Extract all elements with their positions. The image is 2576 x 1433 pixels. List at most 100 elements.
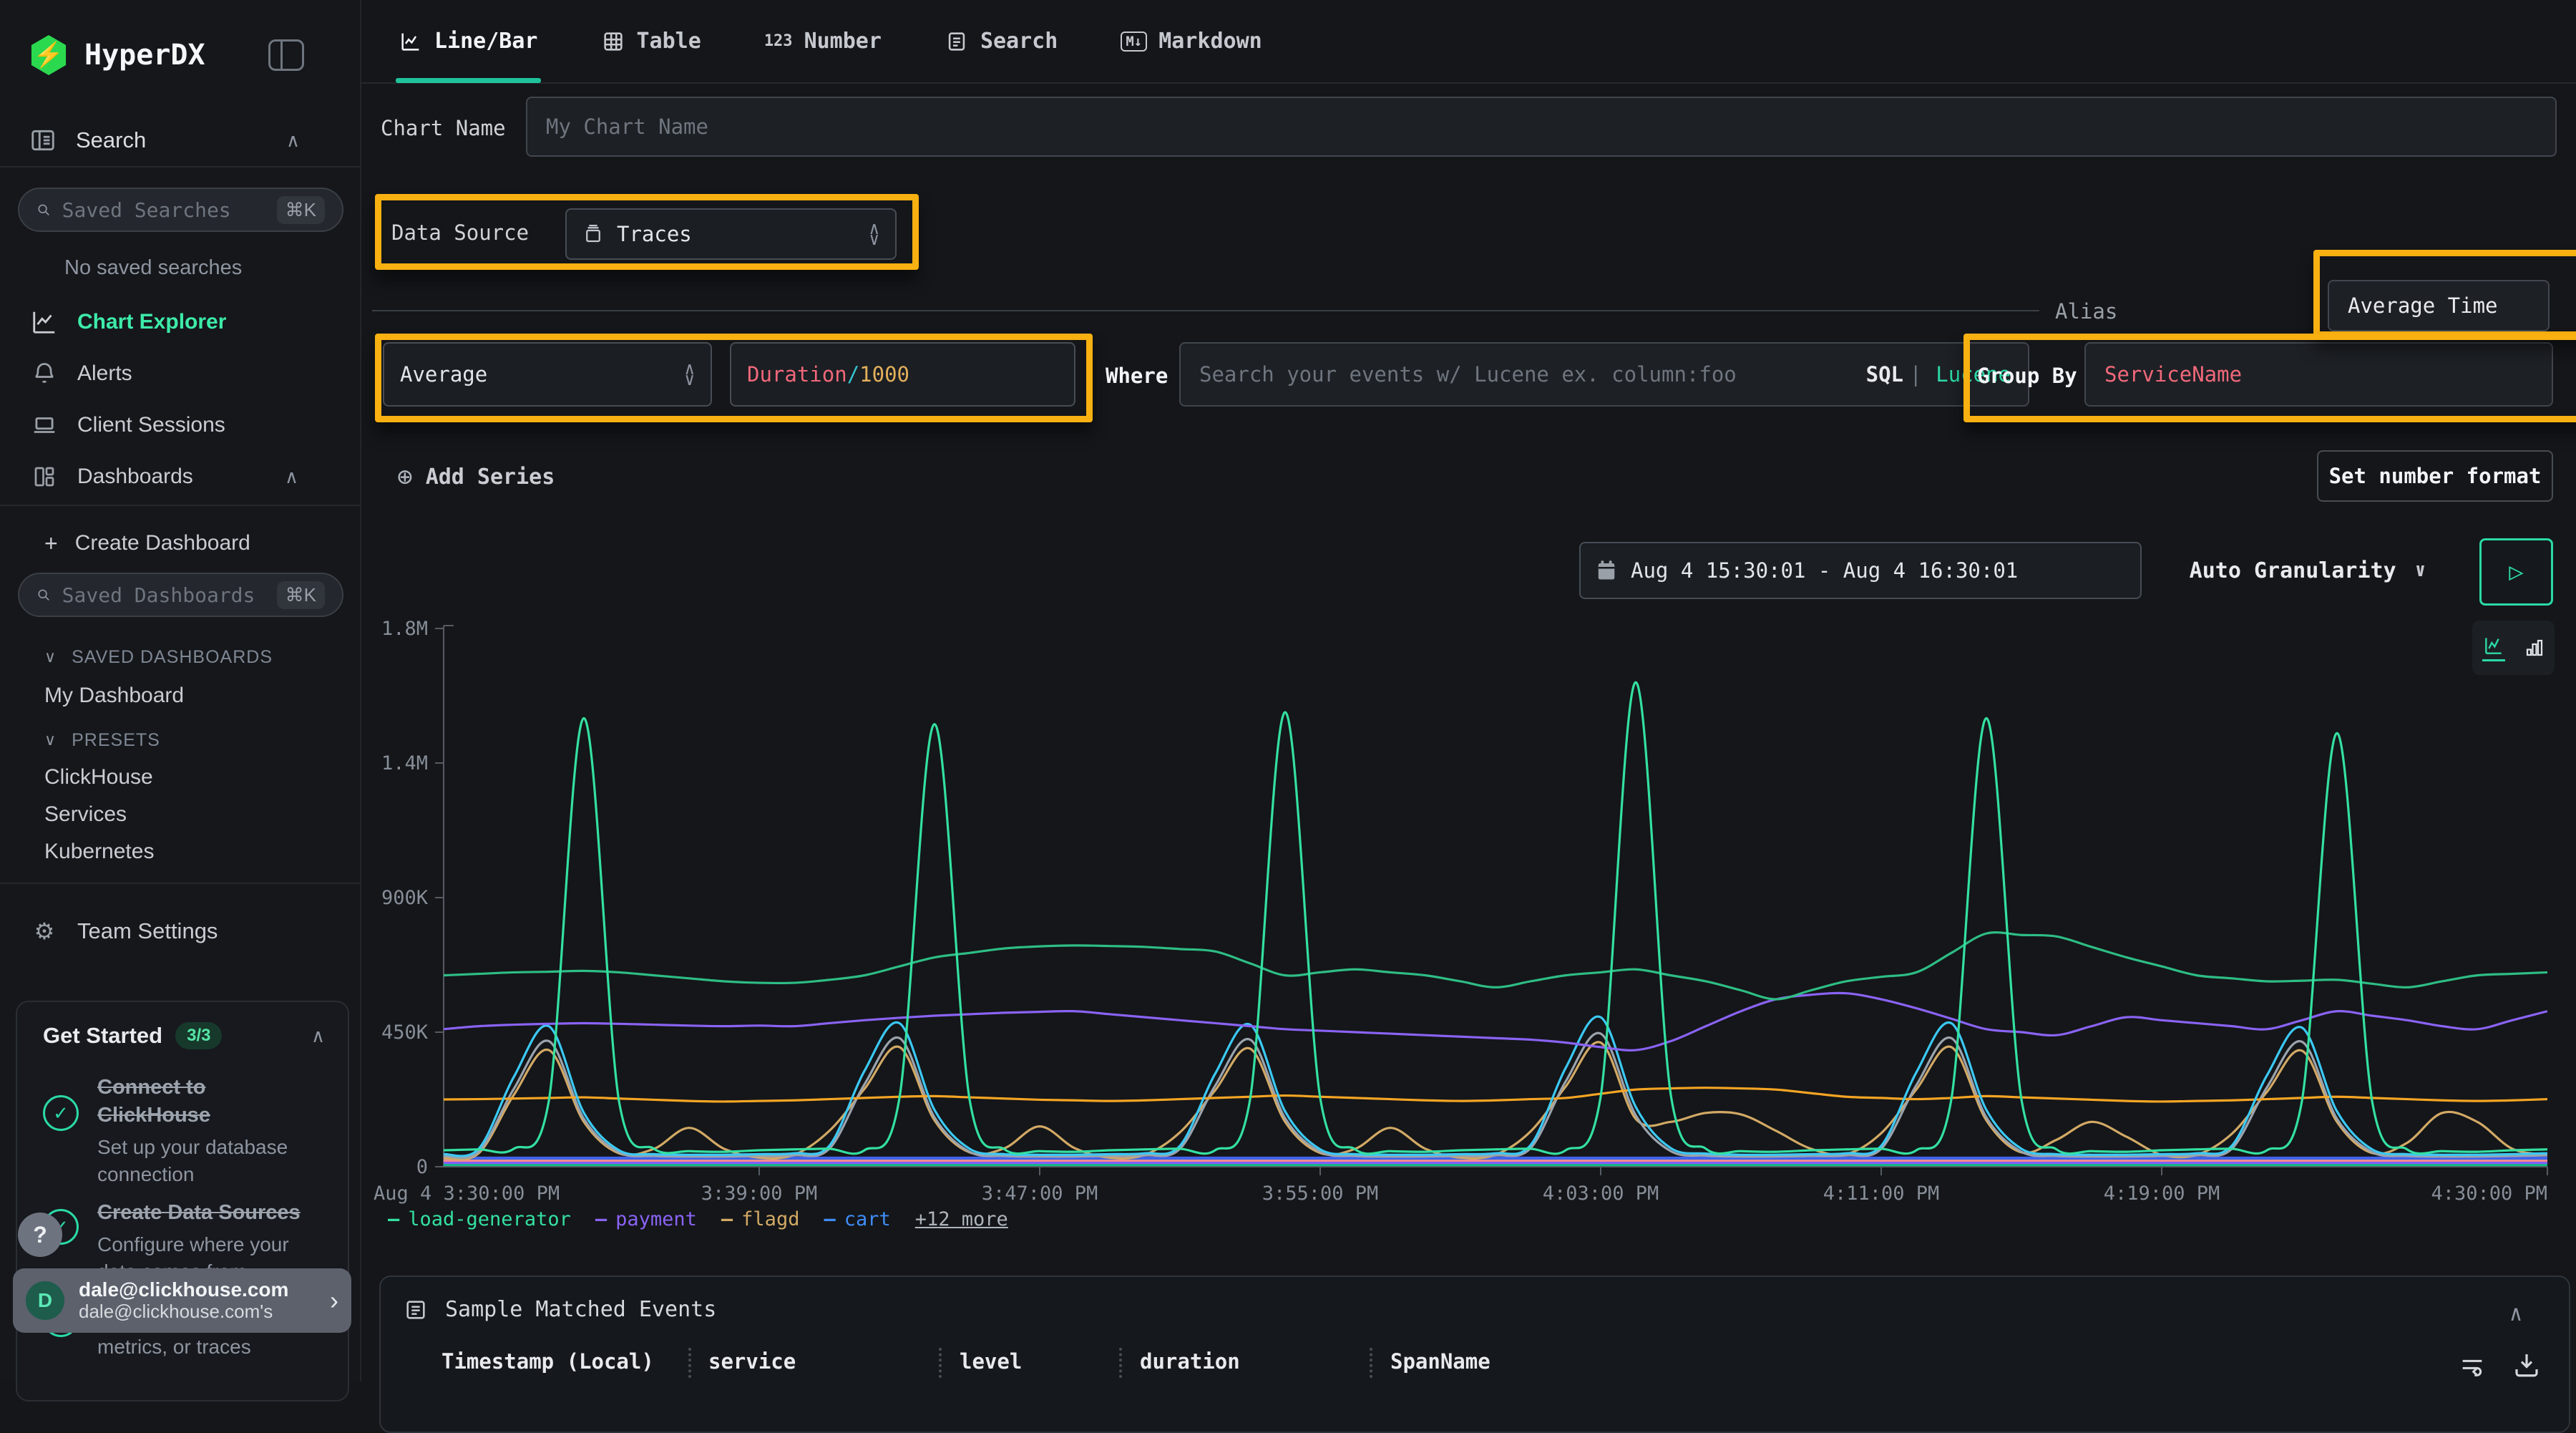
aggregation-select[interactable]: Average ∧∨ <box>383 342 712 407</box>
legend-more-link[interactable]: +12 more <box>915 1208 1008 1230</box>
time-range-picker[interactable]: Aug 4 15:30:01 - Aug 4 16:30:01 <box>1579 542 2142 599</box>
granularity-select[interactable]: Auto Granularity ∨ <box>2165 542 2451 599</box>
data-source-select[interactable]: Traces ∧∨ <box>565 208 897 260</box>
user-sub: dale@clickhouse.com's <box>79 1301 288 1323</box>
plus-circle-icon: ⊕ <box>397 462 413 492</box>
run-query-button[interactable]: ▷ <box>2479 538 2553 606</box>
chevron-up-icon[interactable]: ∧ <box>311 1025 325 1047</box>
column-header[interactable]: SpanName <box>1390 1349 1491 1374</box>
sidebar-item-label: Dashboards <box>77 465 193 489</box>
divider <box>0 883 361 884</box>
create-dashboard-button[interactable]: + Create Dashboard <box>0 526 361 560</box>
document-list-icon <box>945 29 969 54</box>
tab-search[interactable]: Search <box>945 0 1058 83</box>
legend-item[interactable]: —load-generator <box>388 1208 571 1230</box>
timeseries-chart[interactable]: 0450K900K1.4M1.8MAug 4 3:30:00 PM3:39:00… <box>372 612 2565 1217</box>
saved-searches-search[interactable]: ⌘K <box>18 188 343 232</box>
legend-swatch: — <box>824 1208 835 1230</box>
group-by-input[interactable] <box>2084 342 2553 407</box>
app-title: HyperDX <box>84 39 205 72</box>
saved-dashboards-search[interactable]: ⌘K <box>18 573 343 617</box>
legend-swatch: — <box>388 1208 399 1230</box>
sidebar-search-label: Search <box>76 127 146 153</box>
svg-text:1.8M: 1.8M <box>381 618 428 640</box>
legend-label: payment <box>615 1208 697 1230</box>
sidebar-item-label: Client Sessions <box>77 413 225 437</box>
laptop-icon <box>30 412 59 439</box>
saved-dashboards-input[interactable] <box>62 583 277 607</box>
column-header[interactable]: level <box>960 1349 1022 1374</box>
sidebar-item-team-settings[interactable]: ⚙ Team Settings <box>0 913 361 950</box>
line-chart-icon <box>399 29 423 54</box>
select-chevrons-icon: ∧∨ <box>869 223 879 245</box>
svg-text:4:30:00 PM: 4:30:00 PM <box>2431 1182 2547 1205</box>
sample-events-title: Sample Matched Events <box>445 1297 716 1322</box>
svg-text:450K: 450K <box>381 1021 429 1044</box>
sidebar-item-clickhouse[interactable]: ClickHouse <box>0 762 361 793</box>
add-series-button[interactable]: ⊕ Add Series <box>397 458 555 495</box>
divider <box>0 505 361 506</box>
wrap-lines-icon[interactable] <box>2458 1351 2487 1383</box>
legend-swatch: — <box>595 1208 607 1230</box>
saved-dashboards-header[interactable]: ∨ SAVED DASHBOARDS <box>0 643 361 671</box>
chevron-up-icon[interactable]: ∧ <box>285 466 298 488</box>
chart-name-input[interactable] <box>526 97 2557 157</box>
number-123-icon: 123 <box>764 32 793 50</box>
column-header[interactable]: Timestamp (Local) <box>441 1349 654 1374</box>
event-list-icon <box>404 1298 428 1322</box>
get-started-item[interactable]: ✓ Connect to ClickHouse Set up your data… <box>43 1074 329 1188</box>
svg-text:4:11:00 PM: 4:11:00 PM <box>1823 1182 1940 1205</box>
alias-label: Alias <box>2055 299 2117 324</box>
sidebar-item-label: Alerts <box>77 361 132 386</box>
legend-item[interactable]: —cart <box>824 1208 890 1230</box>
sidebar-item-my-dashboard[interactable]: My Dashboard <box>0 680 361 711</box>
column-separator[interactable] <box>939 1348 942 1378</box>
group-by-label: Group By <box>1977 364 2077 388</box>
user-email: dale@clickhouse.com <box>79 1278 288 1301</box>
hyperdx-logo-icon: ⚡ <box>29 35 69 75</box>
chevron-right-icon: › <box>330 1286 338 1316</box>
tab-number[interactable]: 123 Number <box>764 0 882 83</box>
alias-divider <box>372 310 2039 311</box>
legend-item[interactable]: —flagd <box>721 1208 800 1230</box>
column-header[interactable]: duration <box>1140 1349 1240 1374</box>
download-icon[interactable] <box>2512 1349 2542 1382</box>
svg-text:Aug 4 3:30:00 PM: Aug 4 3:30:00 PM <box>374 1182 560 1205</box>
tab-line-bar[interactable]: Line/Bar <box>399 0 538 83</box>
user-menu[interactable]: D dale@clickhouse.com dale@clickhouse.co… <box>13 1268 351 1333</box>
sidebar-item-client-sessions[interactable]: Client Sessions <box>0 407 361 444</box>
column-separator[interactable] <box>688 1348 691 1378</box>
column-header[interactable]: service <box>708 1349 796 1374</box>
presets-header[interactable]: ∨ PRESETS <box>0 726 361 754</box>
saved-searches-input[interactable] <box>62 198 277 222</box>
column-separator[interactable] <box>1370 1348 1372 1378</box>
collapse-sidebar-icon[interactable] <box>268 39 304 71</box>
sidebar-item-services[interactable]: Services <box>0 799 361 830</box>
select-chevrons-icon: ∧∨ <box>685 364 695 385</box>
help-button[interactable]: ? <box>18 1213 62 1257</box>
svg-text:4:19:00 PM: 4:19:00 PM <box>2104 1182 2220 1205</box>
legend-item[interactable]: — payment <box>595 1208 697 1230</box>
chevron-down-icon: ∨ <box>2415 560 2426 581</box>
box-icon <box>582 223 604 245</box>
tab-table[interactable]: Table <box>601 0 701 83</box>
sidebar-section-search[interactable]: Search ∧ <box>0 119 361 162</box>
chevron-up-icon[interactable]: ∧ <box>2509 1301 2522 1326</box>
sidebar-item-alerts[interactable]: Alerts <box>0 355 361 392</box>
get-started-header[interactable]: Get Started 3/3 ∧ <box>43 1022 325 1049</box>
sidebar-item-chart-explorer[interactable]: Chart Explorer <box>0 303 361 341</box>
tab-markdown[interactable]: M↓ Markdown <box>1121 0 1262 83</box>
alias-input[interactable] <box>2328 280 2550 331</box>
column-separator[interactable] <box>1119 1348 1122 1378</box>
chart-type-tabbar: Line/Bar Table 123 Number Search M↓ Mark… <box>361 0 2576 84</box>
cmd-k-badge: ⌘K <box>277 196 325 224</box>
set-number-format-button[interactable]: Set number format <box>2317 450 2553 502</box>
main-content: Line/Bar Table 123 Number Search M↓ Mark… <box>361 0 2576 1381</box>
gear-icon: ⚙ <box>30 918 59 945</box>
sql-mode-button[interactable]: SQL <box>1866 362 1903 387</box>
field-expression-input[interactable]: Duration/1000 <box>730 342 1075 407</box>
sidebar-item-kubernetes[interactable]: Kubernetes <box>0 836 361 868</box>
sidebar-item-dashboards[interactable]: Dashboards ∧ <box>0 458 361 495</box>
chevron-up-icon[interactable]: ∧ <box>286 130 300 152</box>
search-icon <box>36 199 51 220</box>
